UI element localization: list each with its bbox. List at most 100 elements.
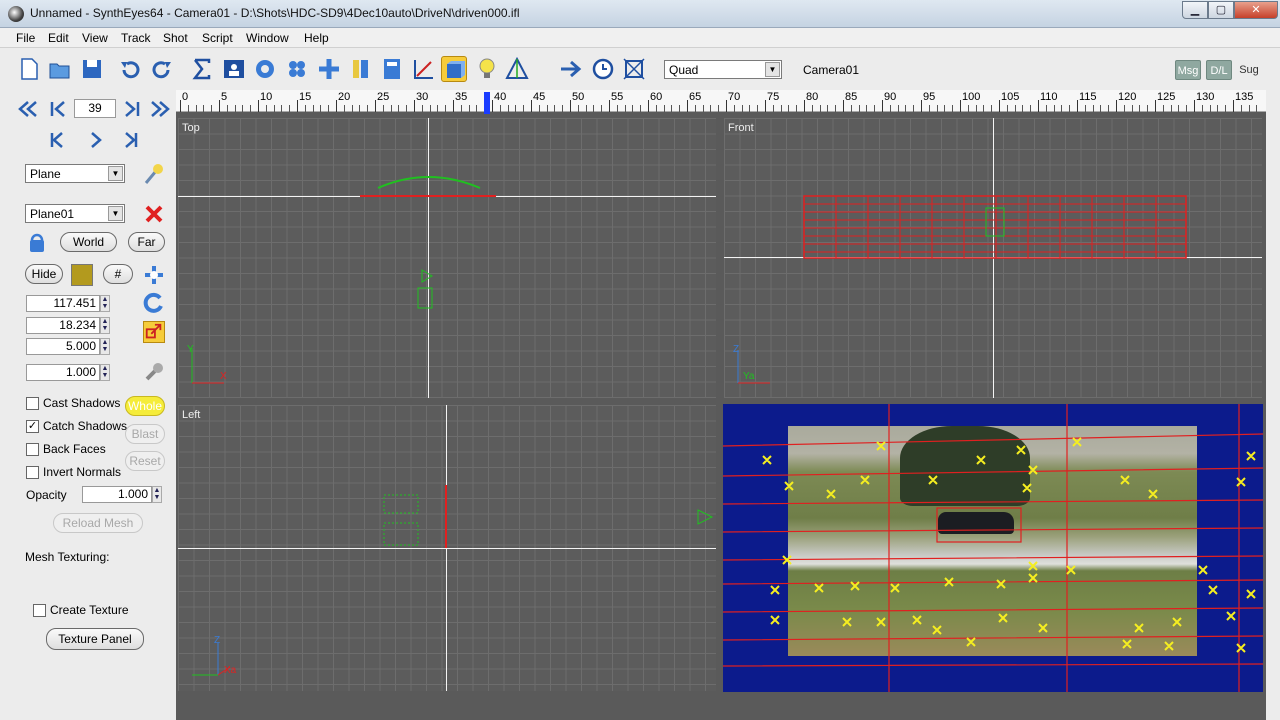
lightbulb-icon[interactable] <box>474 56 500 82</box>
new-file-icon[interactable] <box>16 56 42 82</box>
menu-help[interactable]: Help <box>304 31 329 45</box>
blast-button[interactable]: Blast <box>125 424 165 444</box>
fit-view-icon[interactable] <box>621 56 647 82</box>
delete-icon[interactable] <box>143 203 165 225</box>
coordinate-icon[interactable] <box>316 56 342 82</box>
person-card-icon[interactable] <box>221 56 247 82</box>
timeline-tick-label: 0 <box>182 91 189 103</box>
scale-tool-icon[interactable] <box>143 321 165 343</box>
lock-icon[interactable] <box>28 233 46 253</box>
position-x-field[interactable]: 117.451 <box>26 295 100 312</box>
timeline-minor-tick <box>1201 105 1203 112</box>
timeline-minor-tick <box>460 105 462 112</box>
triangle-mesh-icon[interactable] <box>504 56 530 82</box>
timeline-tick-label: 20 <box>338 91 351 103</box>
save-icon[interactable] <box>79 56 105 82</box>
viewport-front[interactable]: Front Z Ya <box>724 118 1262 398</box>
menu-track[interactable]: Track <box>121 31 151 45</box>
timeline-minor-tick <box>772 105 774 112</box>
viewport-top[interactable]: Top Y X <box>178 118 716 398</box>
current-frame-input[interactable]: 39 <box>74 99 116 118</box>
menu-script[interactable]: Script <box>202 31 233 45</box>
rotate-tool-icon[interactable] <box>143 292 165 314</box>
sigma-icon[interactable] <box>189 56 215 82</box>
menu-shot[interactable]: Shot <box>163 31 188 45</box>
timeline-minor-tick <box>538 105 540 112</box>
timeline-ruler[interactable]: 0 5 10 15 20 25 30 35 40 45 50 55 60 65 70 75 80 85 90 95 10… <box>176 90 1266 112</box>
timeline-major-tick <box>414 100 415 112</box>
perspective-cube-icon[interactable] <box>441 56 467 82</box>
timeline-minor-tick <box>398 105 400 112</box>
close-button[interactable]: ✕ <box>1234 1 1278 19</box>
object-color-swatch[interactable] <box>71 264 93 286</box>
cast-shadows-checkbox[interactable] <box>26 397 39 410</box>
timeline-tick-label: 80 <box>806 91 819 103</box>
scale-field[interactable]: 1.000 <box>26 364 100 381</box>
play-icon[interactable] <box>84 129 108 151</box>
texture-panel-button[interactable]: Texture Panel <box>46 628 144 650</box>
opacity-spinner[interactable]: ▲ ▼ <box>152 486 162 503</box>
menu-edit[interactable]: Edit <box>48 31 69 45</box>
move-tool-icon[interactable] <box>143 264 165 286</box>
catch-shadows-checkbox[interactable]: ✓ <box>26 420 39 433</box>
step-forward-icon[interactable] <box>120 129 144 151</box>
rewind-start-icon[interactable] <box>16 98 40 120</box>
minimize-button[interactable]: ▁ <box>1182 1 1208 19</box>
vertical-scrollbar[interactable] <box>1266 48 1280 720</box>
reset-button[interactable]: Reset <box>125 451 165 471</box>
paw-icon[interactable] <box>284 56 310 82</box>
viewport-camera[interactable] <box>723 404 1263 692</box>
magic-wand-icon[interactable] <box>142 163 166 185</box>
timeline-minor-tick <box>936 105 938 112</box>
clock-icon[interactable] <box>590 56 616 82</box>
far-button[interactable]: Far <box>128 232 165 252</box>
world-button[interactable]: World <box>60 232 117 252</box>
sug-toggle[interactable]: Sug <box>1236 60 1262 80</box>
object-type-select[interactable]: Plane ▼ <box>25 164 125 183</box>
position-z-spinner[interactable]: ▲ ▼ <box>100 338 110 355</box>
next-key-icon[interactable] <box>120 98 144 120</box>
hide-button[interactable]: Hide <box>25 264 63 284</box>
arrow-right-icon[interactable] <box>558 56 584 82</box>
position-x-spinner[interactable]: ▲ ▼ <box>100 295 110 312</box>
gear-icon[interactable] <box>252 56 278 82</box>
timeline-tick-label: 50 <box>572 91 585 103</box>
back-faces-checkbox[interactable] <box>26 443 39 456</box>
previous-key-icon[interactable] <box>46 98 70 120</box>
scale-spinner[interactable]: ▲ ▼ <box>100 364 110 381</box>
timeline-minor-tick <box>211 105 213 112</box>
position-y-spinner[interactable]: ▲ ▼ <box>100 317 110 334</box>
msg-toggle[interactable]: Msg <box>1175 60 1201 80</box>
whole-button[interactable]: Whole <box>125 396 165 416</box>
menu-window[interactable]: Window <box>246 31 289 45</box>
view-layout-select[interactable]: Quad ▼ <box>664 60 782 79</box>
timeline-playhead[interactable] <box>484 92 490 114</box>
menu-file[interactable]: File <box>16 31 35 45</box>
timeline-minor-tick <box>671 105 673 112</box>
hash-button[interactable]: # <box>103 264 133 284</box>
timeline-minor-tick <box>632 105 634 112</box>
opacity-field[interactable]: 1.000 <box>82 486 152 503</box>
timeline-minor-tick <box>523 105 525 112</box>
open-folder-icon[interactable] <box>47 56 73 82</box>
menu-view[interactable]: View <box>82 31 108 45</box>
graph-icon[interactable] <box>411 56 437 82</box>
wrench-icon[interactable] <box>143 361 165 383</box>
redo-icon[interactable] <box>149 56 175 82</box>
timeline-major-tick <box>1233 100 1234 112</box>
reload-mesh-button[interactable]: Reload Mesh <box>53 513 143 533</box>
viewport-left[interactable]: Left Z Xa <box>178 405 716 691</box>
position-z-field[interactable]: 5.000 <box>26 338 100 355</box>
fast-forward-end-icon[interactable] <box>148 98 172 120</box>
create-texture-checkbox[interactable] <box>33 604 46 617</box>
timeline-minor-tick <box>234 105 236 112</box>
invert-normals-checkbox[interactable] <box>26 466 39 479</box>
lens-icon[interactable] <box>348 56 374 82</box>
dl-toggle[interactable]: D/L <box>1206 60 1232 80</box>
step-back-icon[interactable] <box>44 129 68 151</box>
undo-icon[interactable] <box>117 56 143 82</box>
maximize-button[interactable]: ▢ <box>1208 1 1234 19</box>
calculator-icon[interactable] <box>379 56 405 82</box>
object-name-select[interactable]: Plane01 ▼ <box>25 204 125 223</box>
position-y-field[interactable]: 18.234 <box>26 317 100 334</box>
